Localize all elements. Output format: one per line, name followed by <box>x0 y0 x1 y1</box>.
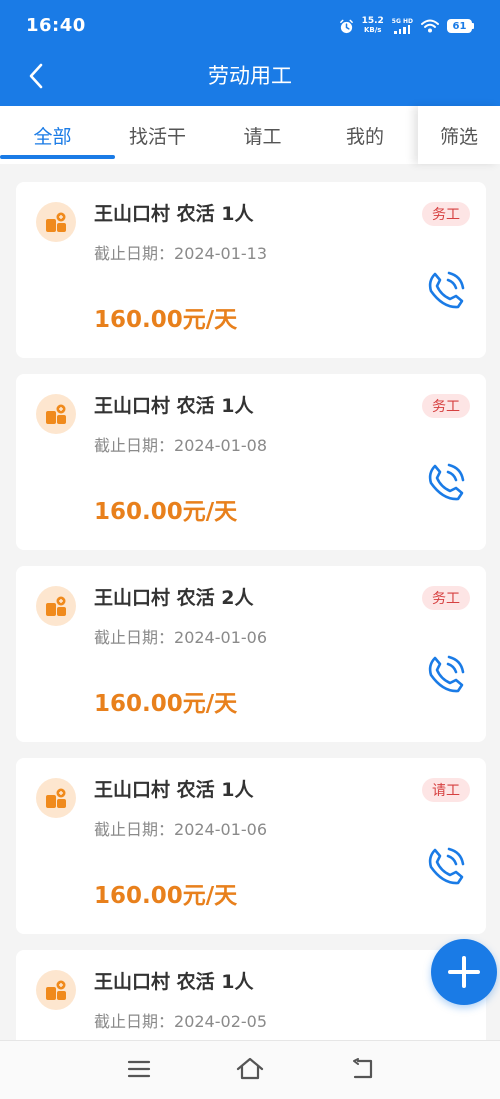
tab-find-work[interactable]: 找活干 <box>105 106 210 164</box>
battery-icon: 61 <box>447 19 474 33</box>
job-avatar <box>36 778 76 818</box>
job-type-badge: 务工 <box>422 586 470 610</box>
job-deadline: 截止日期：2024-01-13 <box>94 242 267 266</box>
active-tab-indicator <box>0 155 115 159</box>
net-speed-value: 15.2 <box>361 16 384 26</box>
cell-signal: 5G HD <box>392 18 413 34</box>
signal-label: 5G HD <box>391 18 413 25</box>
menu-button[interactable] <box>123 1055 155 1083</box>
job-price: 160.00元/天 <box>94 691 238 717</box>
deadline-date: 2024-01-08 <box>174 436 267 455</box>
system-nav-bar <box>0 1040 500 1099</box>
job-deadline: 截止日期：2024-01-06 <box>94 626 267 650</box>
job-card[interactable]: 王山口村 农活 1人 截止日期：2024-01-08 160.00元/天 务工 <box>16 374 486 550</box>
back-nav-button[interactable] <box>346 1055 378 1083</box>
phone-call-icon <box>428 463 465 501</box>
deadline-date: 2024-01-06 <box>174 820 267 839</box>
call-button[interactable] <box>420 456 472 508</box>
signal-bars-icon <box>394 25 411 34</box>
deadline-label: 截止日期： <box>94 436 175 455</box>
wifi-icon <box>421 19 439 33</box>
call-button[interactable] <box>420 264 472 316</box>
plus-icon <box>448 956 480 988</box>
home-button[interactable] <box>234 1055 266 1083</box>
deadline-date: 2024-02-05 <box>174 1012 267 1031</box>
worker-tools-icon <box>46 980 66 1000</box>
network-speed: 15.2 KB/s <box>362 17 384 35</box>
job-list[interactable]: 王山口村 农活 1人 截止日期：2024-01-13 160.00元/天 务工 … <box>0 164 500 1040</box>
job-card[interactable]: 王山口村 农活 1人 截止日期：2024-02-05 <box>16 950 486 1040</box>
worker-tools-icon <box>46 212 66 232</box>
home-icon <box>236 1057 264 1080</box>
job-title: 王山口村 农活 1人 <box>94 203 254 225</box>
job-price: 160.00元/天 <box>94 307 238 333</box>
tab-hire-workers[interactable]: 请工 <box>210 106 315 164</box>
job-avatar <box>36 970 76 1010</box>
job-avatar <box>36 202 76 242</box>
filter-button[interactable]: 筛选 <box>418 106 500 164</box>
page-title: 劳动用工 <box>208 64 292 88</box>
phone-call-icon <box>428 655 465 693</box>
app-header: 16:40 15.2 KB/s 5G HD 61 劳动用工 <box>0 0 500 106</box>
deadline-label: 截止日期： <box>94 244 175 263</box>
deadline-date: 2024-01-13 <box>174 244 267 263</box>
phone-call-icon <box>428 271 465 309</box>
deadline-date: 2024-01-06 <box>174 628 267 647</box>
job-price: 160.00元/天 <box>94 499 238 525</box>
job-deadline: 截止日期：2024-01-06 <box>94 818 267 842</box>
net-speed-unit: KB/s <box>363 26 382 34</box>
job-title: 王山口村 农活 1人 <box>94 971 254 993</box>
worker-tools-icon <box>46 788 66 808</box>
job-card[interactable]: 王山口村 农活 2人 截止日期：2024-01-06 160.00元/天 务工 <box>16 566 486 742</box>
job-card[interactable]: 王山口村 农活 1人 截止日期：2024-01-06 160.00元/天 请工 <box>16 758 486 934</box>
call-button[interactable] <box>420 840 472 892</box>
tab-label: 全部 <box>33 125 72 148</box>
job-deadline: 截止日期：2024-02-05 <box>94 1010 267 1034</box>
job-price: 160.00元/天 <box>94 883 238 909</box>
tab-label: 请工 <box>243 125 282 148</box>
job-deadline: 截止日期：2024-01-08 <box>94 434 267 458</box>
status-indicators: 15.2 KB/s 5G HD 61 <box>339 14 474 38</box>
job-type-badge: 请工 <box>422 778 470 802</box>
menu-icon <box>127 1060 151 1078</box>
job-type-badge: 务工 <box>422 202 470 226</box>
worker-tools-icon <box>46 404 66 424</box>
status-bar: 16:40 15.2 KB/s 5G HD 61 <box>0 0 500 52</box>
job-avatar <box>36 394 76 434</box>
job-type-badge: 务工 <box>422 394 470 418</box>
worker-tools-icon <box>46 596 66 616</box>
alarm-icon <box>339 19 353 33</box>
tab-mine[interactable]: 我的 <box>315 106 415 164</box>
phone-call-icon <box>428 847 465 885</box>
filter-label: 筛选 <box>439 125 478 148</box>
job-avatar <box>36 586 76 626</box>
job-title: 王山口村 农活 1人 <box>94 779 254 801</box>
call-button[interactable] <box>420 648 472 700</box>
back-arrow-icon <box>353 1058 373 1079</box>
status-time: 16:40 <box>26 15 86 36</box>
battery-level: 61 <box>447 19 472 33</box>
deadline-label: 截止日期： <box>94 820 175 839</box>
add-job-button[interactable] <box>431 939 497 1005</box>
job-title: 王山口村 农活 1人 <box>94 395 254 417</box>
job-card[interactable]: 王山口村 农活 1人 截止日期：2024-01-13 160.00元/天 务工 <box>16 182 486 358</box>
deadline-label: 截止日期： <box>94 628 175 647</box>
deadline-label: 截止日期： <box>94 1012 175 1031</box>
job-title: 王山口村 农活 2人 <box>94 587 254 609</box>
tab-label: 找活干 <box>128 125 186 148</box>
tab-label: 我的 <box>345 125 384 148</box>
